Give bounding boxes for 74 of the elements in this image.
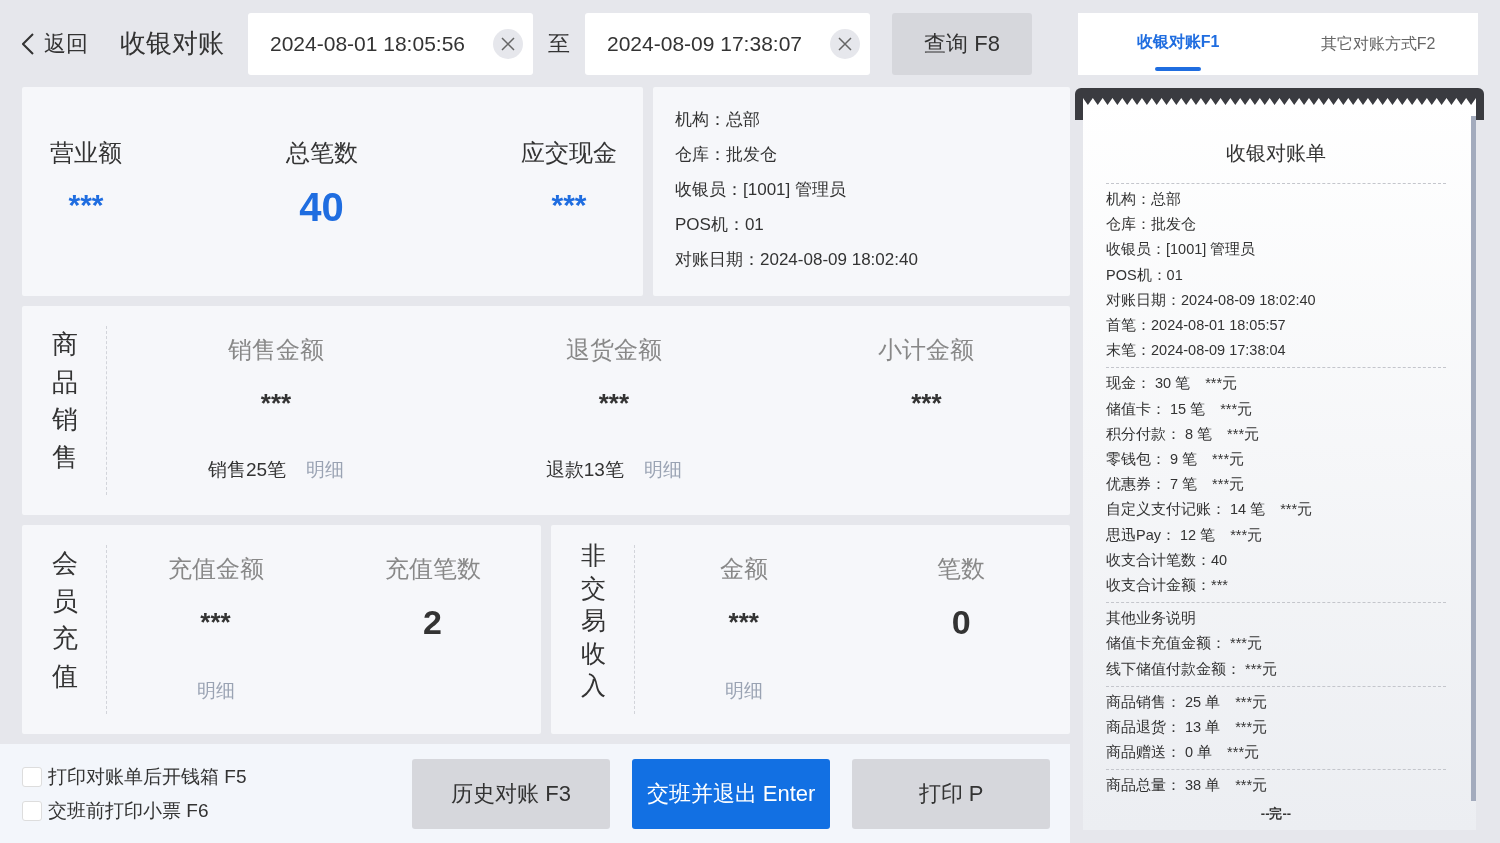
summary-value: 40 — [299, 187, 344, 228]
receipt-line: 首笔：2024-08-01 18:05:57 — [1106, 316, 1287, 335]
close-icon — [838, 36, 852, 51]
chevron-left-icon — [22, 32, 34, 55]
amount-value: *** — [260, 388, 292, 420]
amount-value: *** — [728, 607, 759, 639]
receipt-line: 末笔：2024-08-09 17:38:04 — [1106, 341, 1287, 361]
column-label: 金额 — [719, 554, 768, 585]
info-line: 对账日期：2024-08-09 18:02:40 — [675, 249, 919, 271]
receipt-line: 优惠券： 7 笔 ***元 — [1106, 475, 1246, 495]
page-title: 收银对账 — [120, 27, 224, 61]
amount-value: *** — [911, 388, 942, 420]
receipt-line: 机构：总部 — [1106, 190, 1182, 209]
query-button[interactable]: 查询 F8 — [892, 12, 1032, 75]
receipt-line: 积分付款： 8 笔 ***元 — [1106, 424, 1261, 444]
section-title: 商品销售 — [52, 328, 78, 475]
receipt-line: 现金： 30 笔 ***元 — [1106, 374, 1239, 394]
receipt-line: 储值卡： 15 笔 ***元 — [1106, 399, 1254, 419]
tab[interactable]: 收银对账F1 — [1078, 13, 1278, 75]
summary-value: *** — [68, 187, 104, 224]
scrollbar[interactable] — [1471, 116, 1476, 801]
receipt-end-mark: --完-- — [1259, 804, 1293, 823]
receipt-line: 商品销售： 25 单 ***元 — [1106, 692, 1269, 712]
summary-label: 总笔数 — [285, 138, 358, 169]
range-separator: 至 — [548, 29, 570, 58]
receipt-title: 收银对账单 — [1225, 141, 1327, 166]
receipt-line: 思迅Pay： 12 笔 ***元 — [1106, 525, 1264, 545]
column-label: 充值笔数 — [384, 554, 481, 585]
receipt-line: 商品总量： 38 单 ***元 — [1106, 776, 1269, 796]
action-button[interactable]: 历史对账 F3 — [412, 758, 610, 829]
column-label: 笔数 — [937, 554, 986, 585]
amount-value: *** — [200, 607, 231, 639]
summary-label: 营业额 — [50, 138, 122, 169]
receipt-line: 仓库：批发仓 — [1106, 215, 1197, 235]
receipt-line: 对账日期：2024-08-09 18:02:40 — [1106, 290, 1317, 310]
summary-value: *** — [551, 187, 587, 224]
column-label: 小计金额 — [878, 335, 975, 366]
receipt-line: 收支合计笔数：40 — [1106, 550, 1229, 570]
start-date-field[interactable]: 2024-08-01 18:05:56 — [248, 12, 533, 75]
clear-button[interactable] — [830, 28, 860, 59]
clear-button[interactable] — [493, 28, 523, 59]
back-button[interactable]: 返回 — [22, 28, 88, 59]
amount-value: 0 — [951, 603, 971, 643]
receipt-line: POS机：01 — [1106, 265, 1184, 285]
column-label: 销售金额 — [227, 335, 324, 366]
end-date-field[interactable]: 2024-08-09 17:38:07 — [585, 12, 870, 75]
amount-value: *** — [598, 388, 629, 420]
receipt-line: 储值卡充值金额： ***元 — [1106, 634, 1263, 654]
count-note: 销售25笔 — [207, 458, 286, 483]
receipt-line: 收支合计金额：*** — [1106, 576, 1229, 596]
section-title: 会员充值 — [52, 547, 78, 694]
section-title: 非交易收入 — [581, 540, 606, 702]
count-note: 退款13笔 — [545, 458, 624, 483]
column-label: 退货金额 — [565, 335, 662, 366]
receipt-line: 收银员：[1001] 管理员 — [1106, 240, 1257, 260]
action-button[interactable]: 打印 P — [852, 758, 1050, 829]
receipt-line: 自定义支付记账： 14 笔 ***元 — [1106, 500, 1314, 520]
column-label: 充值金额 — [167, 554, 264, 585]
close-icon — [501, 36, 515, 51]
tab[interactable]: 其它对账方式F2 — [1278, 13, 1478, 75]
option-checkbox[interactable]: 交班前打印小票 F6 — [22, 797, 412, 824]
receipt-line: 零钱包： 9 笔 ***元 — [1106, 450, 1246, 470]
summary-label: 应交现金 — [521, 138, 617, 169]
info-line: 收银员：[1001] 管理员 — [675, 179, 847, 201]
info-line: 仓库：批发仓 — [675, 144, 778, 166]
receipt-line: 商品退货： 13 单 ***元 — [1106, 718, 1269, 738]
amount-value: 2 — [423, 603, 442, 643]
info-line: POS机：01 — [675, 214, 765, 236]
option-checkbox[interactable]: 打印对账单后开钱箱 F5 — [22, 763, 412, 790]
info-line: 机构：总部 — [675, 109, 761, 131]
receipt-line: 其他业务说明 — [1106, 609, 1197, 629]
receipt-line: 商品赠送： 0 单 ***元 — [1106, 743, 1261, 763]
receipt-line: 线下储值付款金额： ***元 — [1106, 659, 1278, 679]
action-button[interactable]: 交班并退出 Enter — [632, 758, 830, 829]
